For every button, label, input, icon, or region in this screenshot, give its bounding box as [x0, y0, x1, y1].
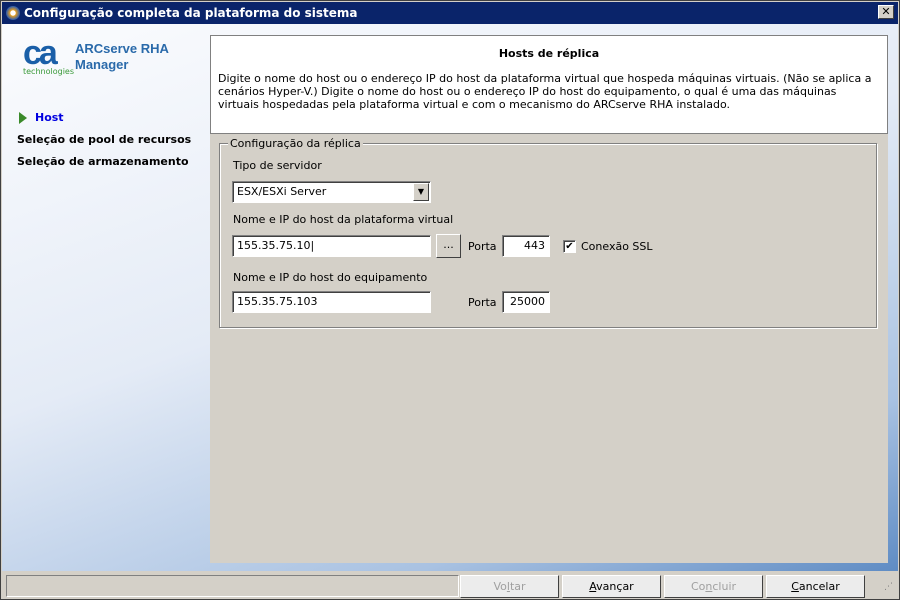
replica-config-group: Configuração da réplica Tipo de servidor… — [219, 137, 877, 328]
appliance-host-label: Nome e IP do host do equipamento — [233, 271, 428, 284]
server-type-label: Tipo de servidor — [233, 159, 322, 172]
virtual-port-input[interactable]: 443 — [502, 235, 550, 257]
page-title: Hosts de réplica — [498, 47, 600, 60]
ssl-label: Conexão SSL — [581, 240, 653, 253]
appliance-host-input[interactable]: 155.35.75.103 — [232, 291, 431, 313]
ssl-checkbox[interactable]: ✔ — [563, 240, 576, 253]
window-title: Configuração completa da plataforma do s… — [24, 6, 358, 20]
group-title: Configuração da réplica — [228, 137, 363, 150]
back-button[interactable]: Voltar — [460, 575, 559, 598]
next-button[interactable]: Avançar — [562, 575, 661, 598]
cancel-button[interactable]: Cancelar — [766, 575, 865, 598]
browse-button[interactable]: ... — [436, 234, 461, 258]
ca-logo: ca technologies — [23, 34, 74, 76]
chevron-down-icon[interactable]: ▼ — [413, 183, 429, 201]
close-button[interactable]: ✕ — [878, 5, 894, 19]
appliance-port-input[interactable]: 25000 — [502, 291, 550, 313]
page-description: Digite o nome do host ou o endereço IP d… — [218, 72, 872, 111]
wizard-window: Configuração completa da plataforma do s… — [0, 0, 900, 600]
product-name: ARCserve RHA Manager — [75, 41, 169, 72]
step-host: Host — [17, 111, 191, 133]
resize-grip-icon[interactable]: ⋰ — [884, 582, 893, 592]
step-resource-pool: Seleção de pool de recursos — [17, 133, 192, 146]
virtual-host-input[interactable]: 155.35.75.10| — [232, 235, 431, 257]
page-header: Hosts de réplica Digite o nome do host o… — [210, 35, 888, 134]
app-icon — [6, 6, 20, 20]
step-storage: Seleção de armazenamento — [17, 155, 189, 168]
virtual-host-label: Nome e IP do host da plataforma virtual — [233, 213, 454, 226]
content-panel: Configuração da réplica Tipo de servidor… — [210, 134, 888, 563]
current-step-arrow-icon — [19, 112, 27, 124]
port-label: Porta — [468, 240, 497, 253]
status-bar — [6, 575, 459, 597]
title-bar: Configuração completa da plataforma do s… — [2, 2, 898, 24]
finish-button[interactable]: Concluir — [664, 575, 763, 598]
server-type-select[interactable]: ESX/ESXi Server ▼ — [232, 181, 431, 203]
wizard-steps: Host Seleção de pool de recursos Seleção… — [17, 111, 191, 177]
appliance-port-label: Porta — [468, 296, 497, 309]
